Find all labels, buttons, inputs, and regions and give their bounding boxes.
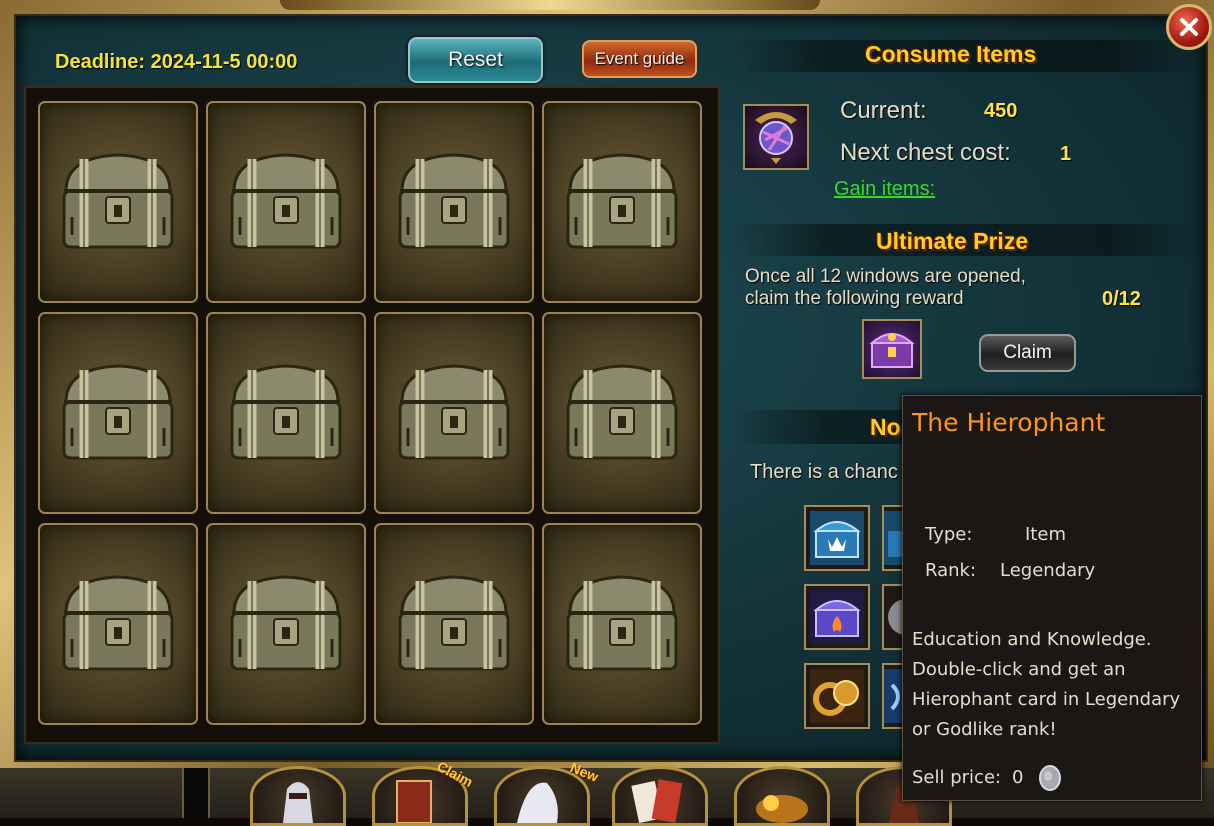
reset-button[interactable]: Reset — [408, 37, 543, 83]
silver-coin-icon — [1039, 765, 1061, 791]
chest-card[interactable] — [38, 523, 198, 725]
ultimate-prize-item[interactable] — [862, 319, 922, 379]
prize-desc-line-2: claim the following reward — [745, 288, 964, 309]
silver-coin-icon — [888, 599, 902, 635]
chest-card[interactable] — [38, 101, 198, 303]
tooltip-sell-label: Sell price: — [912, 767, 1002, 788]
chest-card[interactable] — [206, 523, 366, 725]
chance-text: There is a chanc — [750, 461, 898, 483]
chest-icon — [566, 575, 678, 671]
hero-portrait[interactable] — [734, 766, 830, 826]
knight-portrait-icon — [283, 782, 313, 823]
chest-card[interactable] — [374, 523, 534, 725]
tooltip-desc-line-3: Hierophant card in Legendary — [912, 689, 1181, 710]
reward-item-slot[interactable] — [882, 663, 904, 729]
tooltip-rank-label: Rank: — [925, 560, 977, 581]
close-icon — [1180, 18, 1198, 36]
gain-items-link[interactable]: Gain items: — [834, 178, 935, 201]
normal-prize-title: No — [870, 414, 901, 440]
chest-icon — [62, 153, 174, 249]
reward-item-slot[interactable] — [882, 584, 904, 650]
close-button[interactable] — [1166, 4, 1212, 50]
chest-card[interactable] — [374, 101, 534, 303]
chest-icon — [398, 575, 510, 671]
crystal-orb-icon — [755, 112, 797, 164]
chest-icon — [62, 575, 174, 671]
fire-chest-icon — [810, 590, 864, 644]
claim-button[interactable]: Claim — [979, 334, 1076, 372]
tooltip-rank-value: Legendary — [1000, 560, 1096, 581]
hero-portrait[interactable] — [612, 766, 708, 826]
ultimate-prize-title: Ultimate Prize — [876, 228, 1029, 254]
tooltip-desc-line-4: or Godlike rank! — [912, 719, 1057, 740]
chest-icon — [62, 364, 174, 460]
blue-chest-icon — [810, 511, 864, 565]
consume-items-title: Consume Items — [865, 41, 1037, 67]
purple-chest-icon — [869, 333, 915, 368]
current-value: 450 — [984, 100, 1018, 122]
reward-item-slot[interactable] — [804, 584, 870, 650]
tooltip-type-label: Type: — [925, 524, 973, 545]
prize-progress: 0/12 — [1102, 288, 1141, 310]
chest-icon — [230, 575, 342, 671]
chest-card[interactable] — [206, 101, 366, 303]
chest-icon — [566, 153, 678, 249]
prize-desc-line-1: Once all 12 windows are opened, — [745, 266, 1026, 287]
gold-ring-icon — [810, 669, 864, 723]
chest-icon — [230, 153, 342, 249]
chest-card[interactable] — [542, 101, 702, 303]
item-tooltip: The Hierophant Type: Item Rank: Legendar… — [902, 395, 1202, 801]
tooltip-description: Education and Knowledge. Double-click an… — [912, 625, 1197, 745]
reward-item-slot[interactable] — [882, 505, 904, 571]
chest-icon — [398, 153, 510, 249]
deadline-text: Deadline: 2024-11-5 00:00 — [55, 51, 298, 73]
treasure-icon — [756, 795, 808, 823]
chest-card[interactable] — [542, 312, 702, 514]
bottom-divider — [182, 768, 210, 818]
tooltip-desc-line-1: Education and Knowledge. — [912, 629, 1152, 650]
next-chest-cost-label: Next chest cost: — [840, 139, 1011, 166]
chest-icon — [398, 364, 510, 460]
blue-chest-icon — [884, 511, 902, 565]
next-chest-cost-value: 1 — [1060, 143, 1072, 165]
chest-card[interactable] — [542, 523, 702, 725]
reward-item-slot[interactable] — [804, 663, 870, 729]
cards-icon — [631, 779, 683, 823]
blue-item-icon — [884, 669, 902, 723]
ultimate-prize-description: Once all 12 windows are opened, claim th… — [745, 266, 1085, 310]
tooltip-sell-value: 0 — [1012, 767, 1024, 788]
tooltip-type-value: Item — [1025, 524, 1066, 545]
chest-card[interactable] — [374, 312, 534, 514]
tooltip-title: The Hierophant — [912, 408, 1106, 437]
tooltip-desc-line-2: Double-click and get an — [912, 659, 1126, 680]
angel-portrait-icon — [517, 782, 558, 823]
chest-icon — [566, 364, 678, 460]
hero-portrait[interactable] — [250, 766, 346, 826]
frame-ornament — [280, 0, 820, 10]
chest-icon — [230, 364, 342, 460]
current-label: Current: — [840, 97, 927, 124]
chest-grid — [24, 86, 720, 744]
reward-item-slot[interactable] — [804, 505, 870, 571]
consume-item-icon[interactable] — [743, 104, 809, 170]
chest-card[interactable] — [206, 312, 366, 514]
event-guide-button[interactable]: Event guide — [582, 40, 697, 78]
chest-card[interactable] — [38, 312, 198, 514]
